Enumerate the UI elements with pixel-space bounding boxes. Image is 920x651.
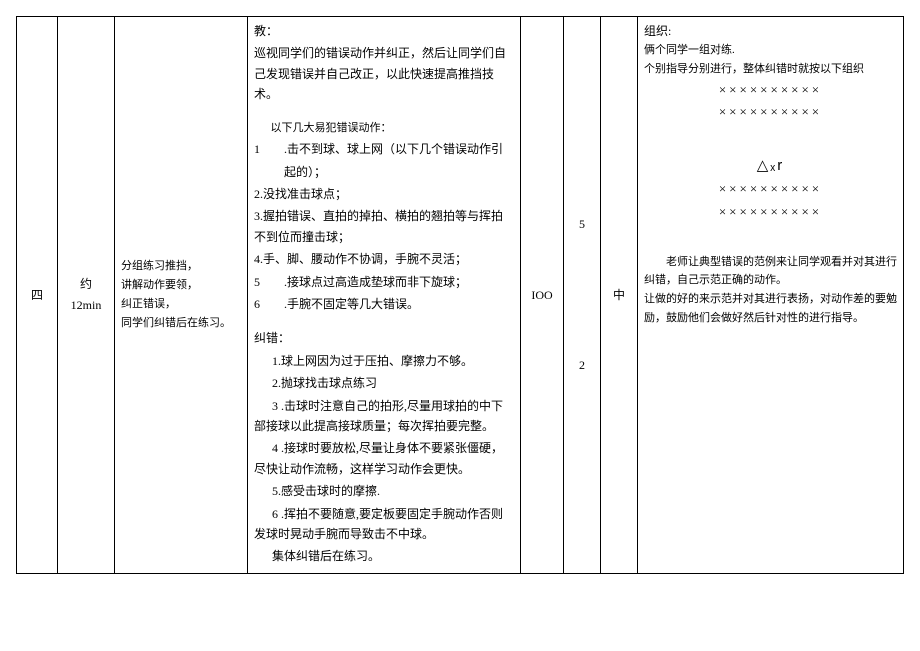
metric-2-bottom: 2: [579, 355, 585, 375]
cell-metric-3: 中: [601, 17, 638, 574]
mistakes-heading: 以下几大易犯错误动作：: [254, 119, 514, 138]
org-note: 让做的好的来示范并对其进行表扬，对动作差的要勉励，鼓励他们会做好然后针对性的进行…: [644, 290, 897, 327]
org-heading: 组织:: [644, 21, 897, 41]
cell-organization: 组织: 俩个同学一组对练. 个别指导分别进行，整体纠错时就按以下组织 ×××××…: [638, 17, 904, 574]
correction-item: 6 .挥拍不要随意,要定板要固定手腕动作否则发球时晃动手腕而导致击不中球。: [254, 504, 514, 545]
cell-metric-2: 5 2: [564, 17, 601, 574]
lesson-plan-table: 四 约 12min 分组练习推挡， 讲解动作要领， 纠正错误， 同学们纠错后在练…: [16, 16, 904, 574]
formation-row: ××××××××××: [644, 101, 897, 123]
metric-1-value: IOO: [531, 288, 552, 302]
stage-index: 四: [31, 288, 43, 302]
org-note: 老师让典型错误的范例来让同学观看并对其进行纠错，自己示范正确的动作。: [644, 253, 897, 290]
cell-activity-outline: 分组练习推挡， 讲解动作要领， 纠正错误， 同学们纠错后在练习。: [115, 17, 248, 574]
metric-2-top: 5: [579, 214, 585, 234]
metric-3-value: 中: [613, 288, 625, 302]
table-row: 四 约 12min 分组练习推挡， 讲解动作要领， 纠正错误， 同学们纠错后在练…: [17, 17, 904, 574]
org-line: 俩个同学一组对练.: [644, 41, 897, 60]
mistake-item: 5 .接球点过高造成垫球而非下旋球；: [254, 272, 514, 292]
cell-teaching-content: 教： 巡视同学们的错误动作并纠正，然后让同学们自己发现错误并自己改正，以此快速提…: [248, 17, 521, 574]
cell-stage-index: 四: [17, 17, 58, 574]
teach-paragraph: 巡视同学们的错误动作并纠正，然后让同学们自己发现错误并自己改正，以此快速提高推挡…: [254, 43, 514, 104]
duration-value: 12min: [64, 295, 108, 315]
formation-row: ××××××××××: [644, 79, 897, 101]
correction-item: 3 .击球时注意自己的拍形,尽量用球拍的中下部接球以此提高接球质量；每次挥拍要完…: [254, 396, 514, 437]
mistake-item-cont: 起的）；: [254, 162, 514, 182]
correction-item: 2.抛球找击球点练习: [254, 373, 514, 393]
outline-line: 讲解动作要领，: [121, 276, 241, 295]
correction-item: 1.球上网因为过于压拍、摩擦力不够。: [254, 351, 514, 371]
outline-line: 纠正错误，: [121, 295, 241, 314]
mistake-item: 4.手、脚、腰动作不协调，手腕不灵活；: [254, 249, 514, 269]
org-line: 个别指导分别进行，整体纠错时就按以下组织: [644, 60, 897, 79]
mistake-item: 3.握拍错误、直拍的掉拍、横拍的翘拍等与挥拍不到位而撞击球；: [254, 206, 514, 247]
correction-heading: 纠错：: [254, 328, 514, 348]
formation-row: ××××××××××: [644, 201, 897, 223]
cell-metric-1: IOO: [521, 17, 564, 574]
teach-heading: 教：: [254, 21, 514, 41]
correction-end: 集体纠错后在练习。: [254, 546, 514, 566]
outline-line: 分组练习推挡，: [121, 257, 241, 276]
correction-item: 5.感受击球时的摩擦.: [254, 481, 514, 501]
formation-teacher-mark: △ₓr: [644, 153, 897, 179]
cell-duration: 约 12min: [58, 17, 115, 574]
formation-row: ××××××××××: [644, 178, 897, 200]
mistake-item: 6 .手腕不固定等几大错误。: [254, 294, 514, 314]
duration-prefix: 约: [64, 274, 108, 294]
correction-item: 4 .接球时要放松,尽量让身体不要紧张僵硬，尽快让动作流畅，这样学习动作会更快。: [254, 438, 514, 479]
mistake-item: 2.没找准击球点；: [254, 184, 514, 204]
outline-line: 同学们纠错后在练习。: [121, 314, 241, 333]
mistake-item: 1 .击不到球、球上网（以下几个错误动作引: [254, 139, 514, 159]
